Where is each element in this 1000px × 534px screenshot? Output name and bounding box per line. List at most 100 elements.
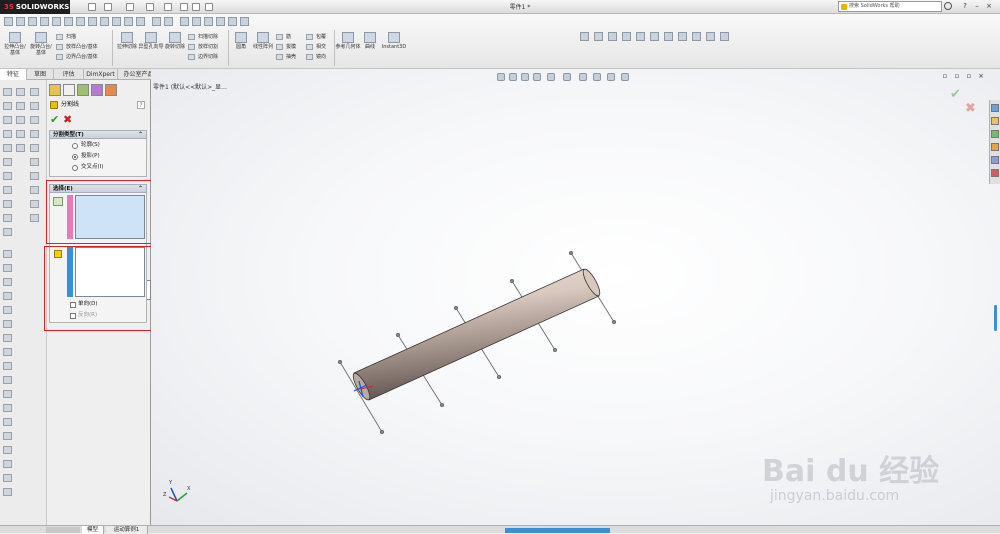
sketch-point[interactable] <box>395 332 401 338</box>
command-icon[interactable] <box>3 292 12 300</box>
shell-button[interactable]: 抽壳 <box>276 53 296 61</box>
sketch-point[interactable] <box>496 374 502 380</box>
hole-wizard-button[interactable]: 异型孔向导 <box>138 32 164 54</box>
rebuild-icon[interactable] <box>192 3 200 11</box>
command-icon[interactable] <box>3 102 12 110</box>
boundary-boss-button[interactable]: 边界凸台/基体 <box>56 53 98 61</box>
command-icon[interactable] <box>3 116 12 124</box>
options-icon[interactable] <box>205 3 213 11</box>
toolbar-icon[interactable] <box>124 17 133 26</box>
help-button[interactable]: ? <box>137 101 145 109</box>
extruded-boss-button[interactable]: 拉伸凸台/基体 <box>2 32 28 56</box>
command-icon[interactable] <box>3 250 12 258</box>
loft-button[interactable]: 放样凸台/基体 <box>56 43 98 51</box>
command-icon[interactable] <box>16 102 25 110</box>
command-icon[interactable] <box>30 130 39 138</box>
toolbar-icon[interactable] <box>164 17 173 26</box>
mirror-button[interactable]: 镜向 <box>306 53 326 61</box>
revolved-cut-button[interactable]: 旋转切除 <box>162 32 188 54</box>
command-icon[interactable] <box>3 474 12 482</box>
revolved-boss-button[interactable]: 旋转凸台/基体 <box>28 32 54 56</box>
toolbar-icon[interactable] <box>28 17 37 26</box>
toolbar-icon[interactable] <box>52 17 61 26</box>
boundary-cut-button[interactable]: 边界切除 <box>188 53 218 61</box>
configuration-tab-icon[interactable] <box>77 84 89 96</box>
minimize-button[interactable]: – <box>972 2 982 11</box>
toolbar-icon[interactable] <box>216 17 225 26</box>
command-icon[interactable] <box>3 432 12 440</box>
toolbar-icon[interactable] <box>180 17 189 26</box>
help-search-input[interactable]: 搜索 SolidWorks 帮助 <box>838 1 942 12</box>
rib-button[interactable]: 筋 <box>276 33 291 41</box>
command-icon[interactable] <box>30 116 39 124</box>
command-icon[interactable] <box>3 264 12 272</box>
toolbar-icon[interactable] <box>100 17 109 26</box>
command-icon[interactable] <box>3 362 12 370</box>
cancel-button[interactable]: ✖ <box>63 113 72 126</box>
toolbar-icon[interactable] <box>608 32 617 41</box>
command-icon[interactable] <box>3 404 12 412</box>
tab-features[interactable]: 特征 <box>0 69 27 80</box>
sketch-point[interactable] <box>568 250 574 256</box>
command-icon[interactable] <box>3 214 12 222</box>
toolbar-icon[interactable] <box>678 32 687 41</box>
command-icon[interactable] <box>3 130 12 138</box>
display-manager-tab-icon[interactable] <box>105 84 117 96</box>
command-icon[interactable] <box>3 376 12 384</box>
extruded-cut-button[interactable]: 拉伸切除 <box>114 32 140 54</box>
command-icon[interactable] <box>3 172 12 180</box>
command-icon[interactable] <box>30 214 39 222</box>
command-icon[interactable] <box>3 88 12 96</box>
sketch-point[interactable] <box>509 278 515 284</box>
open-file-icon[interactable] <box>104 3 112 11</box>
command-icon[interactable] <box>3 320 12 328</box>
radio-silhouette[interactable]: 轮廓(S) <box>72 141 100 150</box>
command-icon[interactable] <box>3 348 12 356</box>
toolbar-icon[interactable] <box>706 32 715 41</box>
command-icon[interactable] <box>3 278 12 286</box>
print-icon[interactable] <box>146 3 154 11</box>
toolbar-icon[interactable] <box>622 32 631 41</box>
save-icon[interactable] <box>126 3 134 11</box>
intersect-button[interactable]: 相交 <box>306 43 326 51</box>
command-icon[interactable] <box>3 334 12 342</box>
command-icon[interactable] <box>3 460 12 468</box>
command-icon[interactable] <box>30 200 39 208</box>
sketch-point[interactable] <box>453 305 459 311</box>
wrap-button[interactable]: 包覆 <box>306 33 326 41</box>
command-icon[interactable] <box>3 144 12 152</box>
draft-button[interactable]: 拔模 <box>276 43 296 51</box>
command-icon[interactable] <box>3 390 12 398</box>
tab-evaluate[interactable]: 评估 <box>54 69 84 80</box>
toolbar-icon[interactable] <box>228 17 237 26</box>
sketch-point[interactable] <box>552 347 558 353</box>
search-icon[interactable] <box>944 2 952 10</box>
sketch-point[interactable] <box>379 429 385 435</box>
split-type-group-header[interactable]: 分割类型(T) ⌃ <box>49 130 147 139</box>
toolbar-icon[interactable] <box>16 17 25 26</box>
toolbar-icon[interactable] <box>204 17 213 26</box>
command-icon[interactable] <box>30 186 39 194</box>
toolbar-icon[interactable] <box>636 32 645 41</box>
cylinder-surface[interactable] <box>353 268 600 401</box>
toolbar-icon[interactable] <box>240 17 249 26</box>
command-icon[interactable] <box>30 172 39 180</box>
ok-button[interactable]: ✔ <box>50 113 59 126</box>
toolbar-icon[interactable] <box>64 17 73 26</box>
dimxpert-tab-icon[interactable] <box>91 84 103 96</box>
lofted-cut-button[interactable]: 放样切割 <box>188 43 218 51</box>
command-icon[interactable] <box>16 130 25 138</box>
linear-pattern-button[interactable]: 线性阵列 <box>250 32 276 54</box>
property-manager-tab-icon[interactable] <box>63 84 75 96</box>
undo-icon[interactable] <box>164 3 172 11</box>
solidworks-logo[interactable]: 3S SOLIDWORKS <box>0 0 70 14</box>
sketch-point[interactable] <box>337 359 343 365</box>
toolbar-icon[interactable] <box>720 32 729 41</box>
command-icon[interactable] <box>16 116 25 124</box>
command-icon[interactable] <box>3 306 12 314</box>
toolbar-icon[interactable] <box>664 32 673 41</box>
toolbar-icon[interactable] <box>88 17 97 26</box>
toolbar-icon[interactable] <box>136 17 145 26</box>
command-icon[interactable] <box>16 88 25 96</box>
toolbar-icon[interactable] <box>4 17 13 26</box>
